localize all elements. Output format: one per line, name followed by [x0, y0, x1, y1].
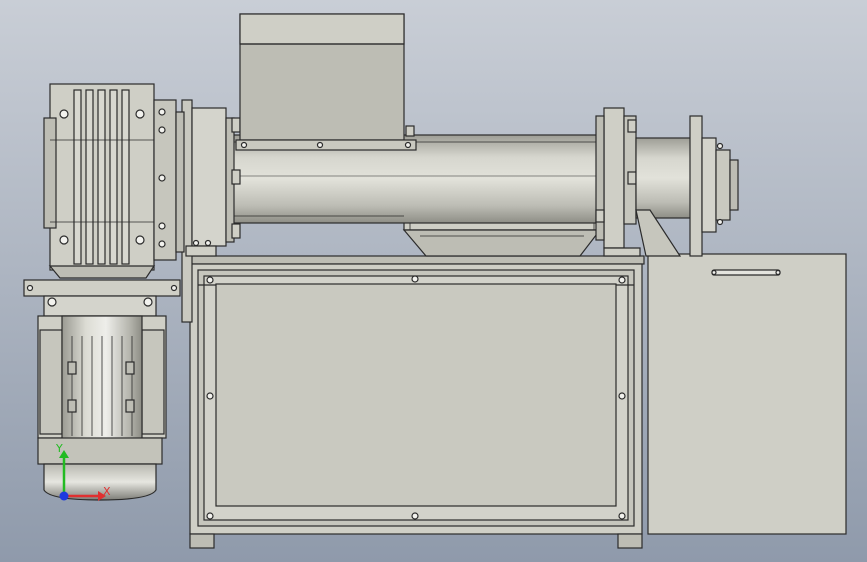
cad-model-canvas[interactable]: X Y	[0, 0, 867, 562]
access-panel[interactable]	[215, 283, 617, 507]
x-axis-label: X	[103, 485, 111, 498]
z-axis-dot	[59, 491, 69, 501]
control-box[interactable]	[647, 253, 847, 535]
cad-viewport[interactable]: X Y	[0, 0, 867, 562]
top-cover-box[interactable]	[235, 13, 417, 151]
base-frame	[185, 255, 645, 549]
y-axis-label: Y	[55, 442, 63, 455]
electric-motor[interactable]	[37, 315, 167, 501]
frame-foot-right	[617, 533, 643, 549]
gearbox[interactable]	[43, 83, 185, 279]
control-box-handle[interactable]	[711, 269, 781, 276]
frame-foot-left	[189, 533, 215, 549]
